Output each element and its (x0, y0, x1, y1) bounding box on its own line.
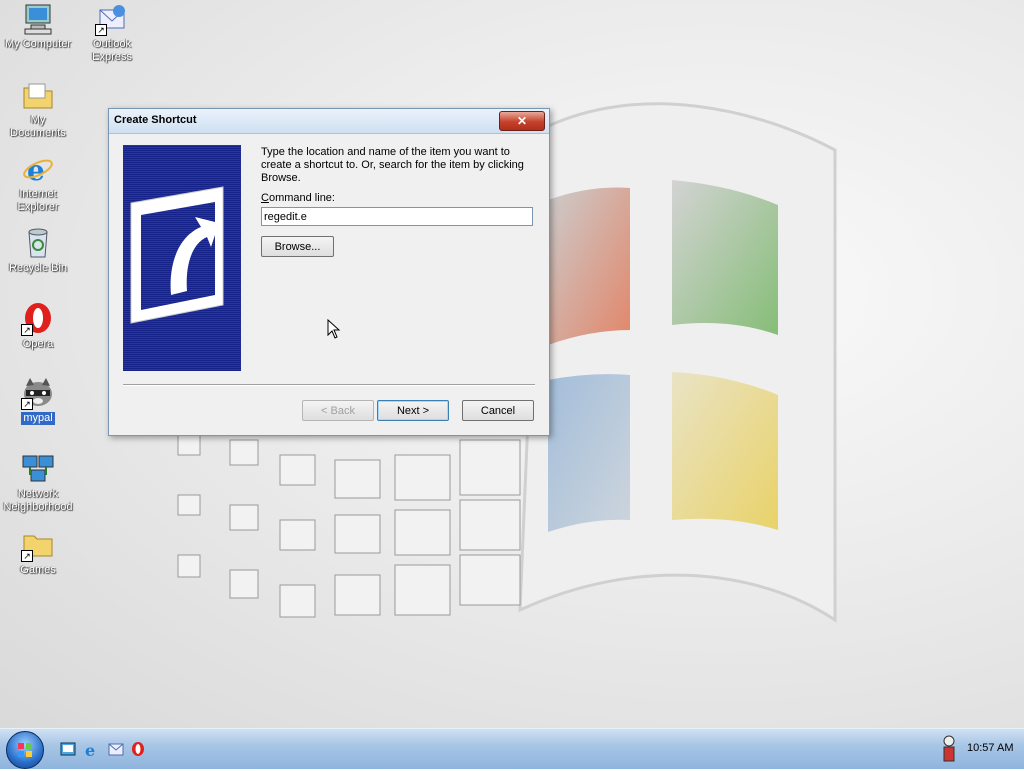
desktop-icon-mypal[interactable]: ↗ mypal (0, 376, 76, 425)
desktop-icon-network-neighborhood[interactable]: Network Neighborhood (0, 452, 76, 514)
computer-icon (21, 2, 55, 36)
opera-icon[interactable] (130, 741, 146, 757)
mouse-pointer-icon (327, 319, 341, 339)
desktop-icon-label: Internet Explorer (17, 188, 59, 213)
close-button[interactable]: ✕ (499, 111, 545, 131)
internet-explorer-icon[interactable]: e (84, 741, 100, 757)
command-line-input[interactable] (261, 207, 533, 226)
desktop-icon-opera[interactable]: ↗ Opera (0, 302, 76, 351)
close-icon: ✕ (516, 114, 528, 128)
start-button[interactable] (6, 731, 44, 769)
taskbar[interactable]: e 10:57 AM (0, 728, 1024, 769)
desktop-icon-recycle-bin[interactable]: Recycle Bin (0, 226, 76, 275)
dialog-separator (123, 384, 535, 386)
svg-text:e: e (85, 741, 95, 757)
outlook-express-icon: ↗ (95, 2, 129, 36)
show-desktop-icon[interactable] (60, 741, 76, 757)
opera-icon: ↗ (21, 302, 55, 336)
network-icon (21, 452, 55, 486)
desktop-icon-label: mypal (21, 412, 55, 425)
taskbar-clock[interactable]: 10:57 AM (967, 742, 1013, 754)
create-shortcut-dialog[interactable]: Create Shortcut ✕ Type the location and … (108, 108, 550, 436)
shortcut-arrow-icon: ↗ (21, 398, 33, 410)
desktop-icon-label: My Documents (10, 114, 66, 139)
desktop-icon-internet-explorer[interactable]: e Internet Explorer (0, 152, 76, 214)
browse-button[interactable]: Browse... (261, 236, 334, 257)
windows-flag-icon (18, 743, 32, 757)
internet-explorer-icon: e (21, 152, 55, 187)
desktop-icon-my-computer[interactable]: My Computer (0, 2, 76, 51)
dialog-title: Create Shortcut (114, 114, 197, 126)
command-line-label: Command line: (261, 192, 335, 204)
recycle-bin-icon (21, 226, 55, 260)
desktop-icon-label: My Computer (4, 38, 72, 50)
shortcut-arrow-illustration-icon (123, 145, 241, 371)
shortcut-arrow-icon: ↗ (95, 24, 107, 36)
desktop-icon-label: Games (20, 564, 56, 576)
desktop[interactable]: My Computer ↗ Outlook Express My Documen… (0, 0, 1024, 728)
desktop-icon-label: Opera (22, 338, 54, 350)
documents-folder-icon (21, 78, 55, 112)
desktop-icon-outlook-express[interactable]: ↗ Outlook Express (74, 2, 150, 64)
dialog-instructions: Type the location and name of the item y… (261, 146, 524, 184)
outlook-express-icon[interactable] (108, 741, 124, 757)
folder-icon: ↗ (21, 528, 55, 562)
desktop-icon-my-documents[interactable]: My Documents (0, 78, 76, 140)
shortcut-arrow-icon: ↗ (21, 324, 33, 336)
next-button[interactable]: Next > (377, 400, 449, 421)
back-button[interactable]: < Back (302, 400, 374, 421)
desktop-icon-label: Outlook Express (92, 38, 132, 63)
dialog-titlebar[interactable]: Create Shortcut ✕ (109, 109, 549, 134)
command-line-label-text: ommand line: (268, 192, 335, 204)
desktop-icon-label: Recycle Bin (8, 262, 68, 274)
desktop-icon-games[interactable]: ↗ Games (0, 528, 76, 577)
mypal-raccoon-icon: ↗ (21, 376, 55, 410)
cancel-button[interactable]: Cancel (462, 400, 534, 421)
shortcut-wizard-image (123, 145, 241, 371)
svg-text:e: e (27, 154, 45, 186)
messenger-tray-icon[interactable] (940, 733, 958, 765)
desktop-icon-label: Network Neighborhood (3, 488, 73, 513)
shortcut-arrow-icon: ↗ (21, 550, 33, 562)
